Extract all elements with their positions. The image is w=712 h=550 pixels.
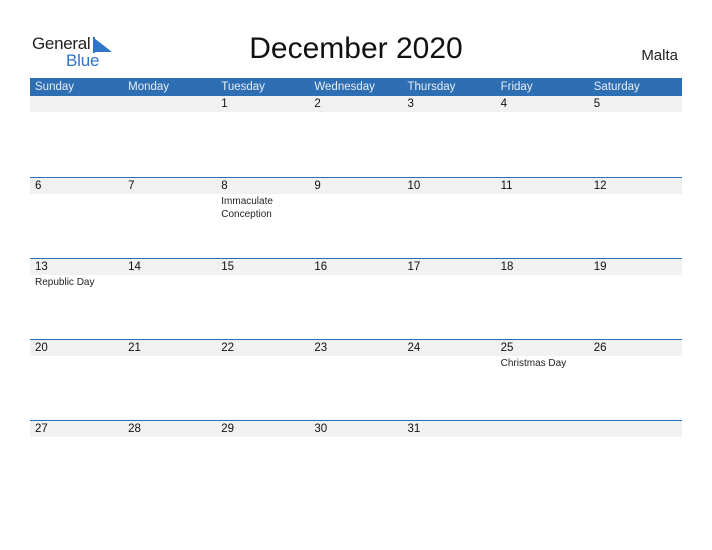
- day-number: 10: [407, 180, 421, 192]
- day-number: 1: [221, 98, 228, 110]
- day-number: 11: [500, 180, 513, 192]
- day-number: 6: [35, 180, 42, 192]
- holiday-label: Immaculate Conception: [221, 196, 273, 220]
- weekday-tuesday: Tuesday: [221, 81, 265, 93]
- weekday-monday: Monday: [128, 81, 170, 93]
- day-number: 2: [314, 98, 321, 110]
- holiday-label: [309, 356, 402, 370]
- day-number: 30: [314, 423, 328, 435]
- holiday-label: [403, 112, 496, 113]
- calendar-grid: Sunday Monday Tuesday Wednesday Thursday…: [30, 78, 682, 501]
- day-number: 28: [128, 423, 141, 435]
- day-number: 8: [221, 180, 228, 192]
- holiday-label: [403, 194, 496, 221]
- day-number: 13: [35, 261, 48, 273]
- day-number: 15: [221, 261, 235, 273]
- week-row: 27 28 29 30 31: [30, 420, 682, 501]
- day-number: 27: [35, 423, 48, 435]
- week-row: 6 7 8 9 10 11 12 Immaculate Conception: [30, 177, 682, 258]
- week-events: Immaculate Conception: [30, 194, 682, 221]
- holiday-label: [30, 437, 123, 438]
- week-dates-band: 27 28 29 30 31: [30, 421, 682, 437]
- day-number: 23: [314, 342, 328, 354]
- holiday-label: [123, 437, 216, 438]
- day-number: 31: [407, 423, 421, 435]
- week-dates-band: 13 14 15 16 17 18 19: [30, 259, 682, 275]
- day-number: 19: [593, 261, 607, 273]
- day-number: 26: [593, 342, 607, 354]
- week-dates-band: 20 21 22 23 24 25 26: [30, 340, 682, 356]
- day-number: 12: [593, 180, 607, 192]
- holiday-label: [589, 437, 682, 438]
- holiday-label: [309, 112, 402, 113]
- day-number: 25: [500, 342, 514, 354]
- day-number: [123, 96, 216, 112]
- weekday-wednesday: Wednesday: [314, 81, 375, 93]
- holiday-label: [123, 356, 216, 370]
- holiday-label: [123, 194, 216, 221]
- holiday-label: [123, 112, 216, 113]
- weekday-thursday: Thursday: [407, 81, 456, 93]
- day-number: [589, 421, 682, 437]
- holiday-label: [403, 437, 496, 438]
- week-events: [30, 112, 682, 113]
- day-number: 22: [221, 342, 235, 354]
- day-number: 17: [407, 261, 421, 273]
- day-number: 14: [128, 261, 141, 273]
- country-label: Malta: [641, 47, 678, 64]
- weekday-friday: Friday: [500, 81, 533, 93]
- holiday-label: [589, 194, 682, 221]
- week-row: 20 21 22 23 24 25 26 Christmas Day: [30, 339, 682, 420]
- week-dates-band: 1 2 3 4 5: [30, 96, 682, 112]
- calendar-title: December 2020: [249, 32, 463, 65]
- week-row: 13 14 15 16 17 18 19 Republic Day: [30, 258, 682, 339]
- day-number: 20: [35, 342, 48, 354]
- holiday-label: [309, 194, 402, 221]
- weekday-header: Sunday Monday Tuesday Wednesday Thursday…: [30, 78, 682, 96]
- weekday-saturday: Saturday: [593, 81, 640, 93]
- day-number: 16: [314, 261, 328, 273]
- holiday-label: [309, 275, 402, 289]
- holiday-label: [30, 112, 123, 113]
- holiday-label: [216, 112, 309, 113]
- holiday-label: [496, 275, 589, 289]
- day-number: 18: [500, 261, 514, 273]
- holiday-label: [496, 437, 589, 438]
- holiday-label: [216, 275, 309, 289]
- day-number: 24: [407, 342, 421, 354]
- holiday-label: [216, 437, 309, 438]
- day-number: 29: [221, 423, 235, 435]
- week-events: Christmas Day: [30, 356, 682, 370]
- day-number: [30, 96, 123, 112]
- day-number: 3: [407, 98, 414, 110]
- week-dates-band: 6 7 8 9 10 11 12: [30, 178, 682, 194]
- day-number: 9: [314, 180, 321, 192]
- holiday-label: [30, 356, 123, 370]
- holiday-label: [496, 194, 589, 221]
- day-number: 5: [593, 98, 601, 110]
- holiday-label: [123, 275, 216, 289]
- weekday-sunday: Sunday: [35, 81, 75, 93]
- week-events: Republic Day: [30, 275, 682, 289]
- week-row: 1 2 3 4 5: [30, 96, 682, 177]
- day-number: 7: [128, 180, 135, 192]
- holiday-label: [403, 275, 496, 289]
- holiday-label: [216, 356, 309, 370]
- holiday-label: Republic Day: [35, 277, 95, 288]
- holiday-label: [403, 356, 496, 370]
- day-number: 4: [500, 98, 508, 110]
- holiday-label: Christmas Day: [500, 358, 567, 369]
- holiday-label: [589, 356, 682, 370]
- holiday-label: [589, 112, 682, 113]
- week-events: [30, 437, 682, 438]
- holiday-label: [496, 112, 589, 113]
- holiday-label: [589, 275, 682, 289]
- day-number: [496, 421, 589, 437]
- day-number: 21: [128, 342, 141, 354]
- holiday-label: [309, 437, 402, 438]
- holiday-label: [30, 194, 123, 221]
